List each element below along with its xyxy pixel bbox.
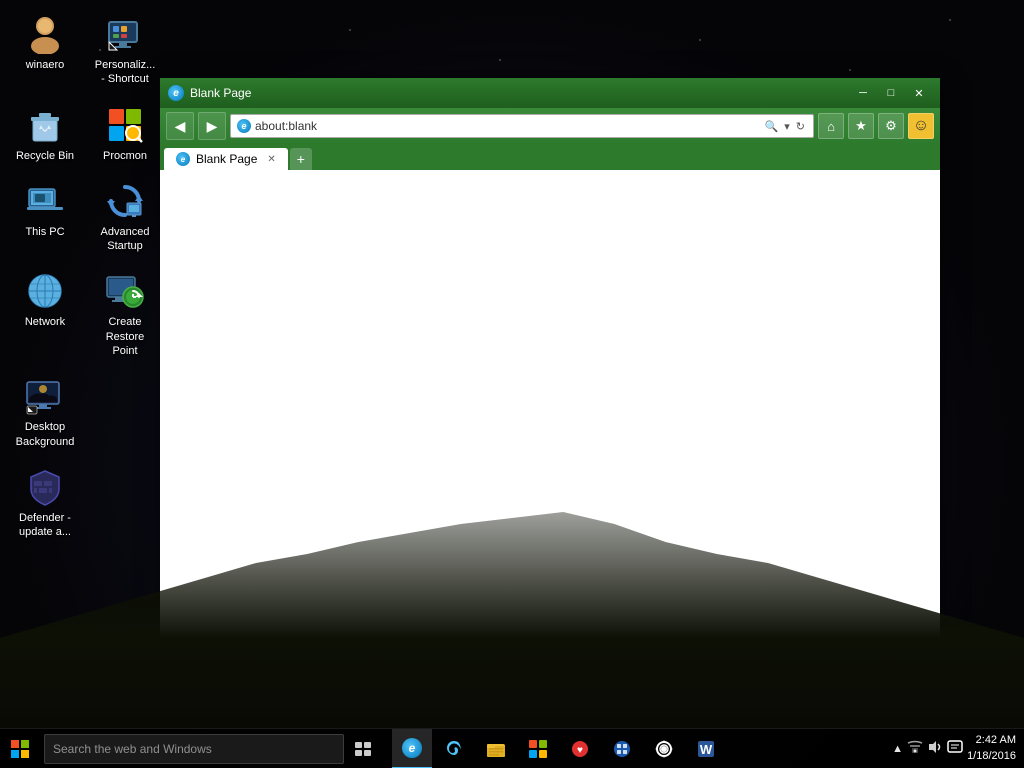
taskbar-edge-button[interactable] bbox=[434, 729, 474, 768]
ie-logo-title: e bbox=[168, 85, 184, 101]
new-tab-button[interactable]: + bbox=[290, 148, 312, 170]
clock-time: 2:42 AM bbox=[967, 733, 1016, 748]
procmon-icon bbox=[105, 105, 145, 145]
browser-toolbar: ◀ ▶ e 🔍 ▾ ↻ ⌂ ★ ⚙ ☺ bbox=[160, 108, 940, 144]
browser-content-area bbox=[160, 170, 940, 668]
browser-tabs: e Blank Page ✕ + bbox=[160, 144, 940, 170]
system-tray: ▲ bbox=[892, 733, 1024, 764]
show-hidden-icons-button[interactable]: ▲ bbox=[892, 743, 903, 755]
favorites-button[interactable]: ★ bbox=[848, 113, 874, 139]
taskbar-ie-button[interactable]: e bbox=[392, 729, 432, 768]
taskbar-pinned-icons: e bbox=[392, 729, 892, 768]
recycle-bin-label: Recycle Bin bbox=[16, 149, 74, 163]
clock-date: 1/18/2016 bbox=[967, 749, 1016, 764]
tab-close-button[interactable]: ✕ bbox=[267, 154, 275, 165]
desktop-bg-label: Desktop Background bbox=[14, 420, 76, 449]
desktop-icon-restore-point[interactable]: Create Restore Point bbox=[90, 267, 160, 362]
maximize-button[interactable]: □ bbox=[878, 83, 904, 103]
browser-title: e Blank Page bbox=[168, 85, 251, 101]
defender-label: Defender - update a... bbox=[14, 511, 76, 540]
browser-titlebar: e Blank Page ─ □ ✕ bbox=[160, 78, 940, 108]
icon-row-2: Recycle Bin Procmon bbox=[10, 101, 160, 167]
restore-point-label: Create Restore Point bbox=[94, 315, 156, 358]
browser-window: e Blank Page ─ □ ✕ ◀ ▶ e 🔍 ▾ ↻ ⌂ bbox=[160, 78, 940, 668]
url-input[interactable] bbox=[255, 119, 759, 133]
refresh-button[interactable]: ↻ bbox=[794, 118, 807, 135]
search-placeholder: Search the web and Windows bbox=[53, 742, 212, 756]
start-icon-blue bbox=[11, 750, 19, 758]
procmon-label: Procmon bbox=[103, 149, 147, 163]
recycle-bin-icon bbox=[25, 105, 65, 145]
taskbar-ie-icon: e bbox=[402, 738, 422, 758]
start-icon-green bbox=[21, 740, 29, 748]
desktop-icon-defender[interactable]: Defender - update a... bbox=[10, 463, 80, 544]
network-tray-icon[interactable] bbox=[907, 740, 923, 757]
task-view-button[interactable] bbox=[344, 729, 384, 768]
desktop-icon-procmon[interactable]: Procmon bbox=[90, 101, 160, 167]
this-pc-icon bbox=[25, 181, 65, 221]
desktop-icon-this-pc[interactable]: This PC bbox=[10, 177, 80, 258]
desktop: winaero bbox=[0, 0, 1024, 768]
desktop-icon-network[interactable]: Network bbox=[10, 267, 80, 362]
back-button[interactable]: ◀ bbox=[166, 112, 194, 140]
advanced-startup-icon bbox=[105, 181, 145, 221]
network-icon bbox=[25, 271, 65, 311]
window-controls: ─ □ ✕ bbox=[850, 83, 932, 103]
restore-point-icon bbox=[105, 271, 145, 311]
taskbar-app1-button[interactable]: ♥ bbox=[560, 729, 600, 768]
desktop-icon-winaero[interactable]: winaero bbox=[10, 10, 80, 91]
forward-button[interactable]: ▶ bbox=[198, 112, 226, 140]
home-button[interactable]: ⌂ bbox=[818, 113, 844, 139]
start-button[interactable] bbox=[0, 729, 40, 768]
action-center-icon[interactable] bbox=[947, 740, 963, 757]
taskbar: Search the web and Windows e bbox=[0, 728, 1024, 768]
desktop-icon-desktop-bg[interactable]: Desktop Background bbox=[10, 372, 80, 453]
volume-tray-icon[interactable] bbox=[927, 740, 943, 757]
desktop-icons-container: winaero bbox=[10, 10, 160, 544]
tab-ie-icon: e bbox=[176, 152, 190, 166]
icon-row-6: Defender - update a... bbox=[10, 463, 160, 544]
search-button[interactable]: 🔍 bbox=[763, 118, 781, 135]
svg-text:♥: ♥ bbox=[577, 745, 583, 756]
close-button[interactable]: ✕ bbox=[906, 83, 932, 103]
taskbar-app2-button[interactable] bbox=[602, 729, 642, 768]
advanced-startup-label: Advanced Startup bbox=[94, 225, 156, 254]
address-bar-ie-icon: e bbox=[237, 119, 251, 133]
defender-icon bbox=[25, 467, 65, 507]
taskbar-explorer-button[interactable] bbox=[476, 729, 516, 768]
desktop-icon-advanced-startup[interactable]: Advanced Startup bbox=[90, 177, 160, 258]
taskbar-search[interactable]: Search the web and Windows bbox=[44, 734, 344, 764]
winaero-label: winaero bbox=[26, 58, 65, 72]
taskbar-store-button[interactable] bbox=[518, 729, 558, 768]
icon-row-5: Desktop Background bbox=[10, 372, 160, 453]
desktop-bg-icon bbox=[25, 376, 65, 416]
system-clock[interactable]: 2:42 AM 1/18/2016 bbox=[967, 733, 1016, 764]
desktop-icon-recycle-bin[interactable]: Recycle Bin bbox=[10, 101, 80, 167]
taskbar-settings-button[interactable] bbox=[644, 729, 684, 768]
taskbar-word-button[interactable]: W bbox=[686, 729, 726, 768]
address-dropdown-button[interactable]: ▾ bbox=[782, 118, 792, 135]
winaero-icon bbox=[25, 14, 65, 54]
smiley-button[interactable]: ☺ bbox=[908, 113, 934, 139]
start-icon bbox=[11, 740, 29, 758]
svg-text:W: W bbox=[700, 742, 713, 757]
desktop-icon-personalize[interactable]: Personaliz... - Shortcut bbox=[90, 10, 160, 91]
active-tab[interactable]: e Blank Page ✕ bbox=[164, 148, 288, 170]
personalize-icon bbox=[105, 14, 145, 54]
icon-row-3: This PC bbox=[10, 177, 160, 258]
tab-label: Blank Page bbox=[196, 152, 257, 166]
tools-button[interactable]: ⚙ bbox=[878, 113, 904, 139]
network-label: Network bbox=[25, 315, 65, 329]
this-pc-label: This PC bbox=[25, 225, 64, 239]
address-bar-actions: 🔍 ▾ ↻ bbox=[763, 118, 807, 135]
start-icon-yellow bbox=[21, 750, 29, 758]
personalize-label: Personaliz... - Shortcut bbox=[94, 58, 156, 87]
address-bar[interactable]: e 🔍 ▾ ↻ bbox=[230, 114, 814, 138]
start-icon-red bbox=[11, 740, 19, 748]
minimize-button[interactable]: ─ bbox=[850, 83, 876, 103]
icon-row-4: Network bbox=[10, 267, 160, 362]
icon-row-1: winaero bbox=[10, 10, 160, 91]
browser-title-text: Blank Page bbox=[190, 86, 251, 100]
